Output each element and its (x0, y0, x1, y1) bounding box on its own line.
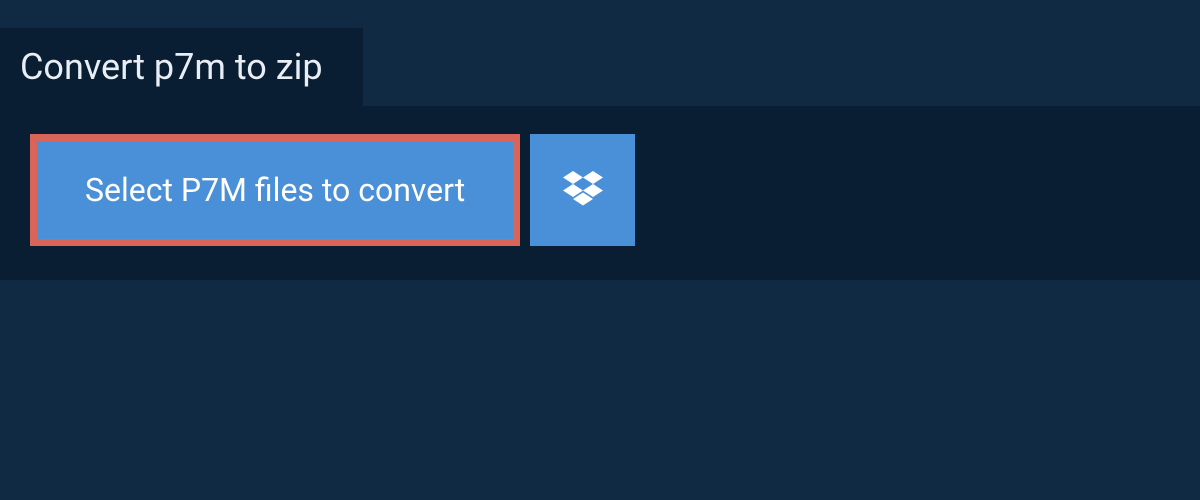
tab-header: Convert p7m to zip (0, 28, 363, 106)
button-row: Select P7M files to convert (30, 134, 1170, 246)
select-files-button[interactable]: Select P7M files to convert (30, 134, 520, 246)
page-title: Convert p7m to zip (20, 46, 323, 88)
dropbox-button[interactable] (530, 134, 635, 246)
select-files-label: Select P7M files to convert (85, 171, 465, 209)
dropbox-icon (563, 171, 603, 210)
content-panel: Select P7M files to convert (0, 106, 1200, 280)
